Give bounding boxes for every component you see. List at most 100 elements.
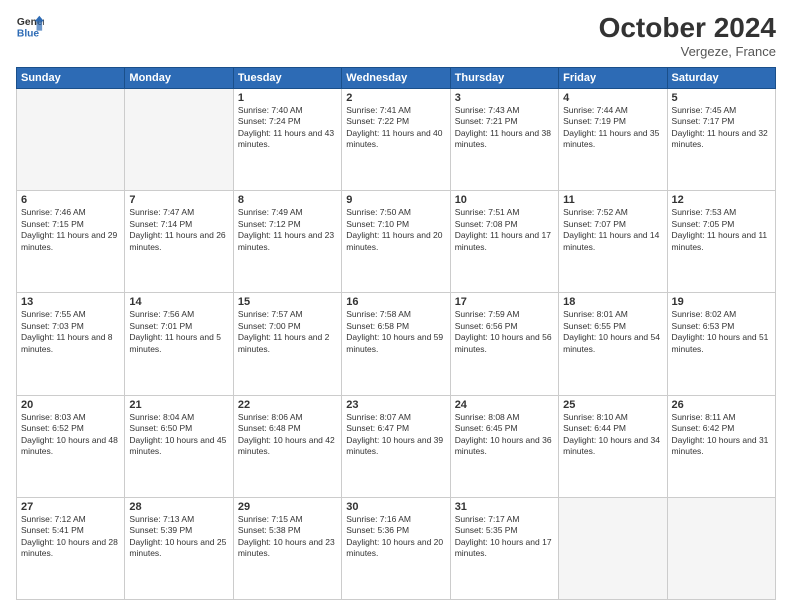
day-number: 23: [346, 399, 445, 411]
page: General Blue October 2024 Vergeze, Franc…: [0, 0, 792, 612]
day-number: 30: [346, 501, 445, 513]
month-title: October 2024: [599, 12, 776, 44]
calendar-cell: 27Sunrise: 7:12 AMSunset: 5:41 PMDayligh…: [17, 497, 125, 599]
cell-info: Sunrise: 8:08 AMSunset: 6:45 PMDaylight:…: [455, 412, 554, 458]
col-header-tuesday: Tuesday: [233, 68, 341, 89]
calendar-cell: 15Sunrise: 7:57 AMSunset: 7:00 PMDayligh…: [233, 293, 341, 395]
calendar-cell: 21Sunrise: 8:04 AMSunset: 6:50 PMDayligh…: [125, 395, 233, 497]
logo-icon: General Blue: [16, 12, 44, 40]
day-number: 26: [672, 399, 771, 411]
cell-info: Sunrise: 7:45 AMSunset: 7:17 PMDaylight:…: [672, 105, 771, 151]
calendar-cell: 24Sunrise: 8:08 AMSunset: 6:45 PMDayligh…: [450, 395, 558, 497]
calendar-cell: 13Sunrise: 7:55 AMSunset: 7:03 PMDayligh…: [17, 293, 125, 395]
day-number: 28: [129, 501, 228, 513]
cell-info: Sunrise: 7:59 AMSunset: 6:56 PMDaylight:…: [455, 309, 554, 355]
cell-info: Sunrise: 8:10 AMSunset: 6:44 PMDaylight:…: [563, 412, 662, 458]
day-number: 31: [455, 501, 554, 513]
cell-info: Sunrise: 7:46 AMSunset: 7:15 PMDaylight:…: [21, 207, 120, 253]
calendar-cell: 22Sunrise: 8:06 AMSunset: 6:48 PMDayligh…: [233, 395, 341, 497]
col-header-saturday: Saturday: [667, 68, 775, 89]
cell-info: Sunrise: 8:02 AMSunset: 6:53 PMDaylight:…: [672, 309, 771, 355]
day-number: 11: [563, 194, 662, 206]
cell-info: Sunrise: 7:53 AMSunset: 7:05 PMDaylight:…: [672, 207, 771, 253]
cell-info: Sunrise: 8:03 AMSunset: 6:52 PMDaylight:…: [21, 412, 120, 458]
day-number: 10: [455, 194, 554, 206]
day-number: 16: [346, 296, 445, 308]
cell-info: Sunrise: 7:40 AMSunset: 7:24 PMDaylight:…: [238, 105, 337, 151]
calendar-cell: 4Sunrise: 7:44 AMSunset: 7:19 PMDaylight…: [559, 89, 667, 191]
col-header-friday: Friday: [559, 68, 667, 89]
day-number: 6: [21, 194, 120, 206]
location: Vergeze, France: [599, 44, 776, 59]
calendar-cell: [17, 89, 125, 191]
day-number: 8: [238, 194, 337, 206]
day-number: 15: [238, 296, 337, 308]
calendar-cell: [125, 89, 233, 191]
cell-info: Sunrise: 8:11 AMSunset: 6:42 PMDaylight:…: [672, 412, 771, 458]
col-header-wednesday: Wednesday: [342, 68, 450, 89]
day-number: 22: [238, 399, 337, 411]
day-number: 17: [455, 296, 554, 308]
calendar-cell: 9Sunrise: 7:50 AMSunset: 7:10 PMDaylight…: [342, 191, 450, 293]
day-number: 14: [129, 296, 228, 308]
cell-info: Sunrise: 7:51 AMSunset: 7:08 PMDaylight:…: [455, 207, 554, 253]
col-header-monday: Monday: [125, 68, 233, 89]
day-number: 25: [563, 399, 662, 411]
calendar-cell: 25Sunrise: 8:10 AMSunset: 6:44 PMDayligh…: [559, 395, 667, 497]
calendar-cell: 19Sunrise: 8:02 AMSunset: 6:53 PMDayligh…: [667, 293, 775, 395]
col-header-sunday: Sunday: [17, 68, 125, 89]
cell-info: Sunrise: 7:55 AMSunset: 7:03 PMDaylight:…: [21, 309, 120, 355]
calendar-cell: 26Sunrise: 8:11 AMSunset: 6:42 PMDayligh…: [667, 395, 775, 497]
header: General Blue October 2024 Vergeze, Franc…: [16, 12, 776, 59]
calendar-cell: 6Sunrise: 7:46 AMSunset: 7:15 PMDaylight…: [17, 191, 125, 293]
calendar-cell: 1Sunrise: 7:40 AMSunset: 7:24 PMDaylight…: [233, 89, 341, 191]
day-number: 3: [455, 92, 554, 104]
day-number: 2: [346, 92, 445, 104]
calendar-cell: 11Sunrise: 7:52 AMSunset: 7:07 PMDayligh…: [559, 191, 667, 293]
cell-info: Sunrise: 7:13 AMSunset: 5:39 PMDaylight:…: [129, 514, 228, 560]
cell-info: Sunrise: 7:15 AMSunset: 5:38 PMDaylight:…: [238, 514, 337, 560]
calendar-cell: 7Sunrise: 7:47 AMSunset: 7:14 PMDaylight…: [125, 191, 233, 293]
cell-info: Sunrise: 7:17 AMSunset: 5:35 PMDaylight:…: [455, 514, 554, 560]
cell-info: Sunrise: 7:44 AMSunset: 7:19 PMDaylight:…: [563, 105, 662, 151]
calendar-cell: 5Sunrise: 7:45 AMSunset: 7:17 PMDaylight…: [667, 89, 775, 191]
day-number: 13: [21, 296, 120, 308]
day-number: 12: [672, 194, 771, 206]
title-block: October 2024 Vergeze, France: [599, 12, 776, 59]
day-number: 27: [21, 501, 120, 513]
cell-info: Sunrise: 7:12 AMSunset: 5:41 PMDaylight:…: [21, 514, 120, 560]
calendar-cell: 2Sunrise: 7:41 AMSunset: 7:22 PMDaylight…: [342, 89, 450, 191]
svg-text:Blue: Blue: [17, 28, 40, 39]
cell-info: Sunrise: 7:16 AMSunset: 5:36 PMDaylight:…: [346, 514, 445, 560]
cell-info: Sunrise: 7:56 AMSunset: 7:01 PMDaylight:…: [129, 309, 228, 355]
calendar-cell: [667, 497, 775, 599]
day-number: 5: [672, 92, 771, 104]
calendar-cell: 14Sunrise: 7:56 AMSunset: 7:01 PMDayligh…: [125, 293, 233, 395]
calendar-cell: 29Sunrise: 7:15 AMSunset: 5:38 PMDayligh…: [233, 497, 341, 599]
day-number: 29: [238, 501, 337, 513]
cell-info: Sunrise: 7:41 AMSunset: 7:22 PMDaylight:…: [346, 105, 445, 151]
day-number: 7: [129, 194, 228, 206]
day-number: 24: [455, 399, 554, 411]
calendar-cell: 3Sunrise: 7:43 AMSunset: 7:21 PMDaylight…: [450, 89, 558, 191]
calendar-cell: 12Sunrise: 7:53 AMSunset: 7:05 PMDayligh…: [667, 191, 775, 293]
day-number: 19: [672, 296, 771, 308]
day-number: 4: [563, 92, 662, 104]
cell-info: Sunrise: 8:04 AMSunset: 6:50 PMDaylight:…: [129, 412, 228, 458]
cell-info: Sunrise: 8:06 AMSunset: 6:48 PMDaylight:…: [238, 412, 337, 458]
cell-info: Sunrise: 7:57 AMSunset: 7:00 PMDaylight:…: [238, 309, 337, 355]
cell-info: Sunrise: 8:07 AMSunset: 6:47 PMDaylight:…: [346, 412, 445, 458]
cell-info: Sunrise: 8:01 AMSunset: 6:55 PMDaylight:…: [563, 309, 662, 355]
calendar-cell: 20Sunrise: 8:03 AMSunset: 6:52 PMDayligh…: [17, 395, 125, 497]
col-header-thursday: Thursday: [450, 68, 558, 89]
day-number: 20: [21, 399, 120, 411]
calendar-cell: 17Sunrise: 7:59 AMSunset: 6:56 PMDayligh…: [450, 293, 558, 395]
calendar-cell: [559, 497, 667, 599]
calendar-cell: 30Sunrise: 7:16 AMSunset: 5:36 PMDayligh…: [342, 497, 450, 599]
cell-info: Sunrise: 7:58 AMSunset: 6:58 PMDaylight:…: [346, 309, 445, 355]
calendar-table: SundayMondayTuesdayWednesdayThursdayFrid…: [16, 67, 776, 600]
cell-info: Sunrise: 7:52 AMSunset: 7:07 PMDaylight:…: [563, 207, 662, 253]
calendar-cell: 18Sunrise: 8:01 AMSunset: 6:55 PMDayligh…: [559, 293, 667, 395]
day-number: 9: [346, 194, 445, 206]
day-number: 18: [563, 296, 662, 308]
